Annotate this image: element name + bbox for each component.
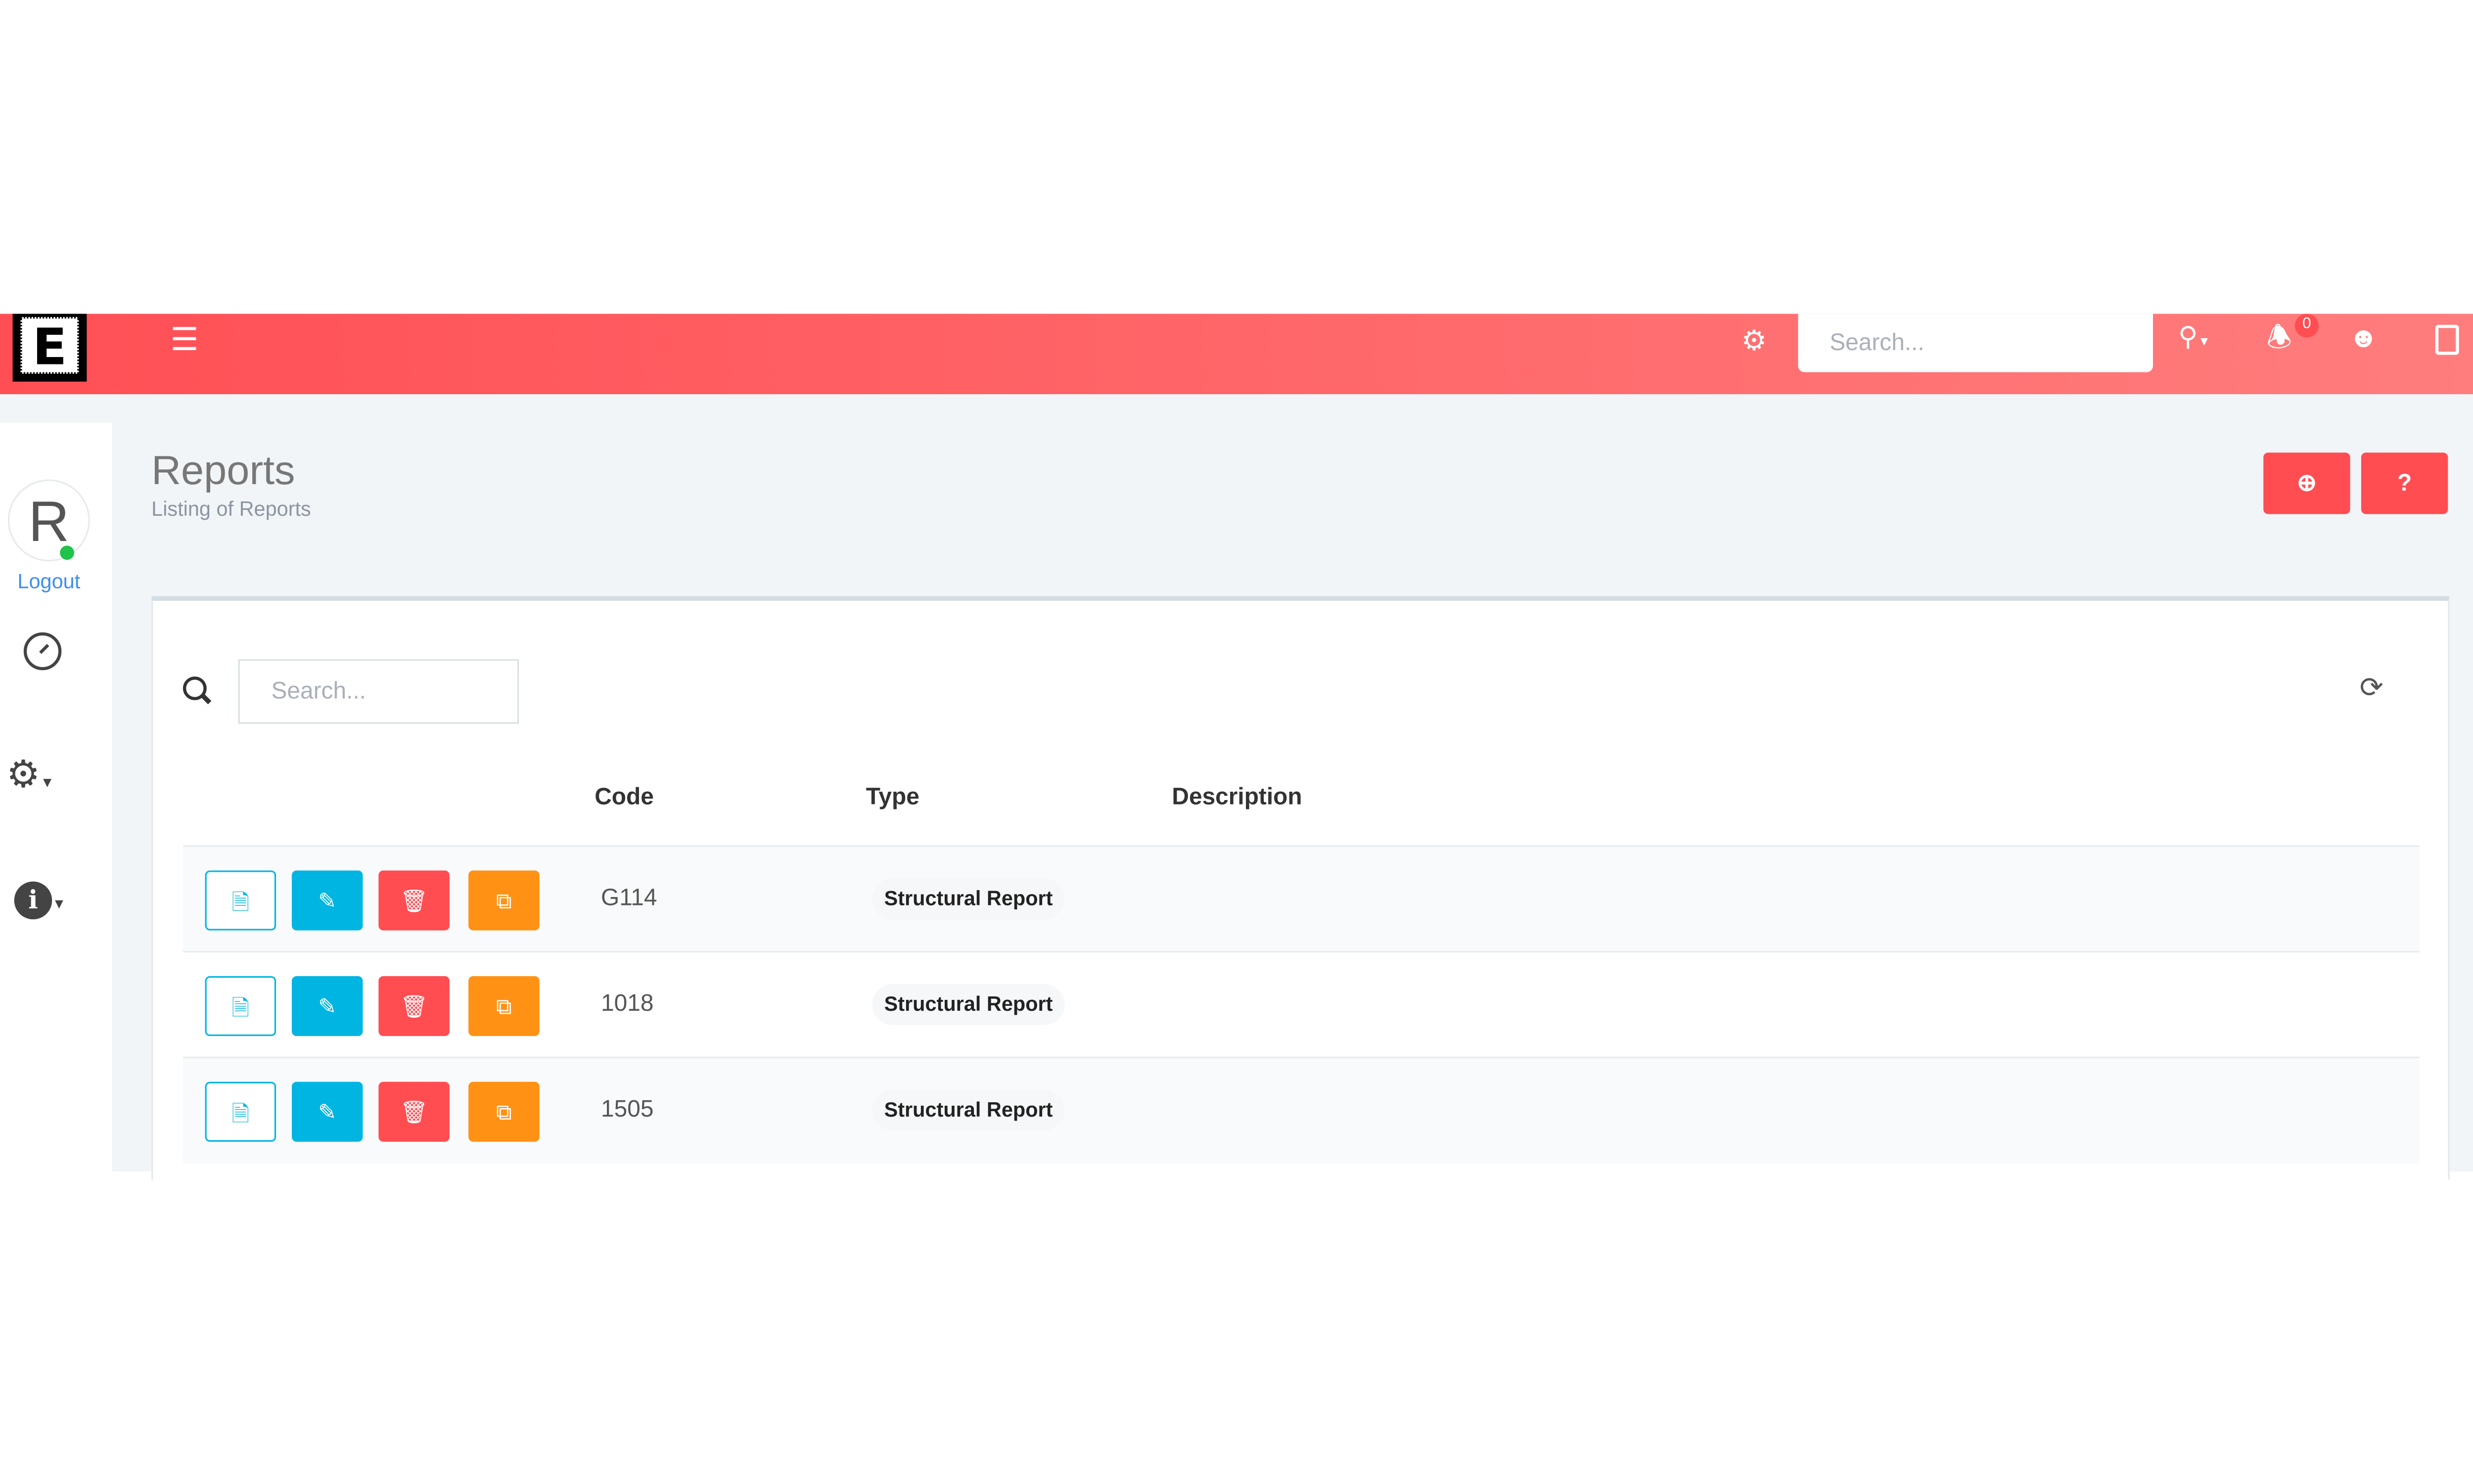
logo-letter: E xyxy=(20,316,79,375)
page-subtitle: Listing of Reports xyxy=(151,496,311,521)
page-title: Reports xyxy=(151,446,295,494)
column-header-description[interactable]: Description xyxy=(1172,784,1302,810)
user-icon[interactable]: ☻ xyxy=(2348,323,2378,352)
notification-badge: 0 xyxy=(2294,314,2319,338)
column-header-code[interactable]: Code xyxy=(595,784,654,810)
trash-icon: 🗑 xyxy=(400,993,428,1019)
trash-icon: 🗑 xyxy=(400,1099,428,1124)
chevron-down-icon: ▼ xyxy=(40,774,54,790)
delete-button[interactable]: 🗑 xyxy=(378,870,450,931)
report-code: G114 xyxy=(601,885,657,912)
copy-icon: ⧉ xyxy=(496,1099,512,1124)
copy-icon: ⧉ xyxy=(496,888,512,913)
copy-button[interactable]: ⧉ xyxy=(468,870,540,931)
copy-button[interactable]: ⧉ xyxy=(468,976,540,1036)
add-report-button[interactable]: ⊕ xyxy=(2263,452,2350,514)
global-search-input[interactable] xyxy=(1798,314,2153,372)
sidebar: R Logout ⚙▼ i ▼ xyxy=(0,422,112,1172)
edit-icon: ✎ xyxy=(318,993,337,1019)
logout-link[interactable]: Logout xyxy=(0,569,98,593)
table-row: 🗎 ✎ 🗑 ⧉ 1018 Structural Report xyxy=(183,950,2420,1058)
report-type-badge: Structural Report xyxy=(872,878,1065,920)
panel-toggle-icon[interactable] xyxy=(2435,324,2459,355)
edit-icon: ✎ xyxy=(318,1099,337,1124)
file-icon: 🗎 xyxy=(231,889,250,915)
search-dropdown-icon[interactable]: ⚲▼ xyxy=(2178,322,2210,357)
question-circle-icon: ? xyxy=(2397,470,2412,497)
avatar[interactable]: R xyxy=(7,479,90,562)
table-row: 🗎 ✎ 🗑 ⧉ G114 Structural Report xyxy=(183,845,2420,953)
delete-button[interactable]: 🗑 xyxy=(378,1081,450,1142)
trash-icon: 🗑 xyxy=(400,888,428,913)
reports-search-input[interactable] xyxy=(238,659,519,724)
edit-button[interactable]: ✎ xyxy=(291,1081,363,1142)
table-row: 🗎 ✎ 🗑 ⧉ 1505 Structural Report xyxy=(183,1056,2420,1164)
bell-icon[interactable]: 🕭 xyxy=(2267,323,2292,352)
delete-button[interactable]: 🗑 xyxy=(378,976,450,1036)
info-menu[interactable]: i ▼ xyxy=(14,881,66,920)
report-code: 1018 xyxy=(601,990,654,1017)
report-type-badge: Structural Report xyxy=(872,984,1065,1025)
file-icon: 🗎 xyxy=(231,1100,250,1126)
edit-button[interactable]: ✎ xyxy=(291,870,363,931)
help-button[interactable]: ? xyxy=(2361,452,2448,514)
view-button[interactable]: 🗎 xyxy=(205,870,276,931)
gear-icon[interactable]: ⚙ xyxy=(1741,326,1767,355)
dashboard-gauge-icon[interactable] xyxy=(23,632,62,671)
reports-card: ⟳ Code Type Description 🗎 ✎ 🗑 ⧉ G114 Str… xyxy=(151,596,2450,1180)
copy-button[interactable]: ⧉ xyxy=(468,1081,540,1142)
app-logo[interactable]: E xyxy=(12,314,87,382)
settings-gears-icon[interactable]: ⚙▼ xyxy=(6,756,54,801)
edit-icon: ✎ xyxy=(318,888,337,913)
column-header-type[interactable]: Type xyxy=(866,784,919,810)
view-button[interactable]: 🗎 xyxy=(205,1081,276,1142)
view-button[interactable]: 🗎 xyxy=(205,976,276,1036)
edit-button[interactable]: ✎ xyxy=(291,976,363,1036)
main-area: R Logout ⚙▼ i ▼ Reports Listing of Report… xyxy=(0,394,2473,1180)
search-icon xyxy=(183,676,212,704)
online-status-dot xyxy=(60,545,74,560)
refresh-icon[interactable]: ⟳ xyxy=(2360,672,2383,705)
file-icon: 🗎 xyxy=(231,995,250,1021)
report-code: 1505 xyxy=(601,1096,654,1123)
info-icon: i xyxy=(14,881,52,920)
menu-icon[interactable]: ☰ xyxy=(170,325,198,357)
chevron-down-icon: ▼ xyxy=(52,896,66,912)
plus-circle-icon: ⊕ xyxy=(2296,470,2317,497)
report-type-badge: Structural Report xyxy=(872,1089,1065,1131)
top-navbar: E ☰ ⚙ ⚲▼ 🕭 0 ☻ xyxy=(0,314,2473,395)
copy-icon: ⧉ xyxy=(496,993,512,1019)
